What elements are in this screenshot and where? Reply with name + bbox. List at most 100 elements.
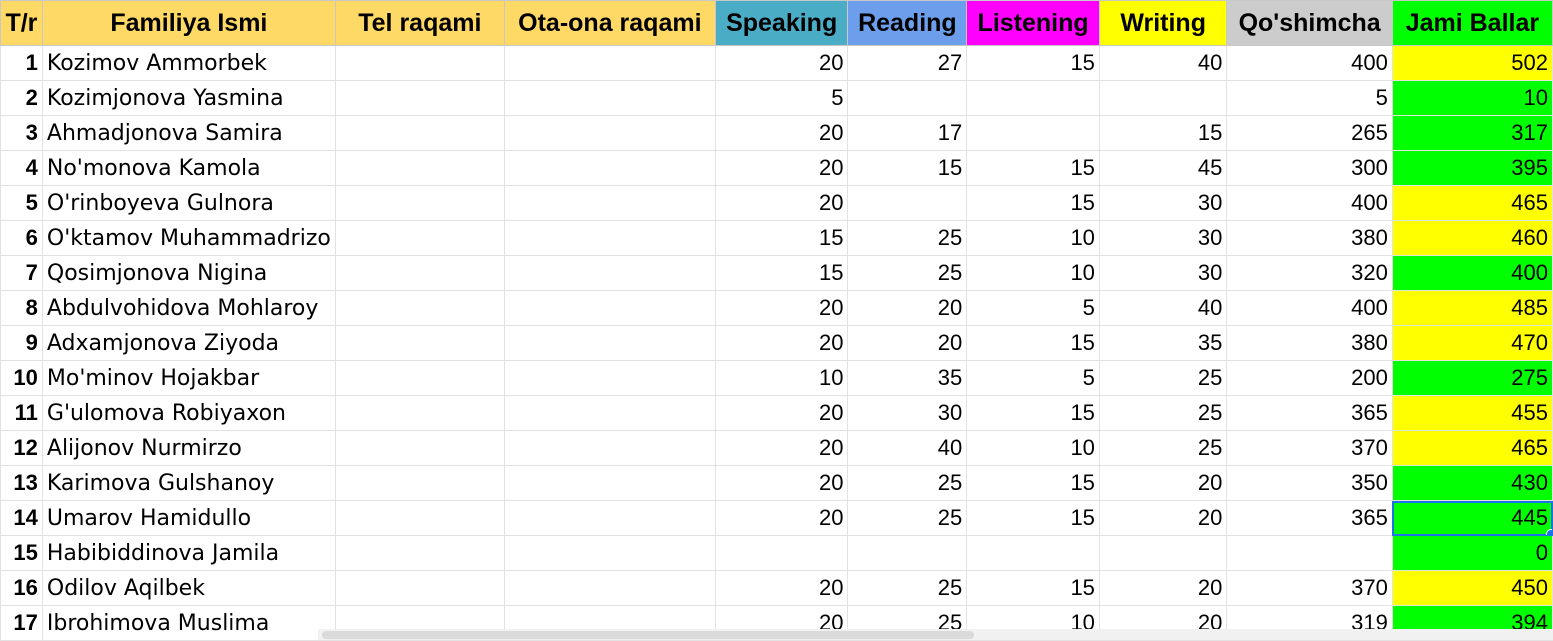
cell-qoshimcha[interactable]: 320 (1226, 255, 1393, 291)
column-header-total[interactable]: Jami Ballar (1391, 0, 1553, 46)
cell-tr[interactable]: 17 (0, 605, 43, 641)
cell-listening[interactable] (966, 80, 1100, 116)
cell-phone[interactable] (334, 535, 505, 571)
cell-reading[interactable]: 25 (847, 500, 968, 536)
cell-listening[interactable] (966, 115, 1100, 151)
cell-phone[interactable] (334, 570, 505, 606)
cell-reading[interactable]: 17 (847, 115, 968, 151)
column-header-speaking[interactable]: Speaking (714, 0, 849, 46)
cell-speaking[interactable]: 20 (714, 570, 849, 606)
cell-total[interactable]: 400 (1391, 255, 1553, 291)
cell-writing[interactable]: 30 (1098, 220, 1228, 256)
cell-parent-phone[interactable] (503, 325, 716, 361)
cell-listening[interactable]: 15 (966, 465, 1100, 501)
cell-speaking[interactable]: 20 (714, 150, 849, 186)
cell-total[interactable]: 465 (1391, 430, 1553, 466)
cell-name[interactable]: Alijonov Nurmirzo (41, 430, 336, 466)
cell-speaking[interactable]: 5 (714, 80, 849, 116)
cell-parent-phone[interactable] (503, 185, 716, 221)
cell-qoshimcha[interactable]: 200 (1226, 360, 1393, 396)
cell-total[interactable]: 430 (1391, 465, 1553, 501)
cell-total[interactable]: 470 (1391, 325, 1553, 361)
cell-total[interactable]: 10 (1391, 80, 1553, 116)
cell-total[interactable]: 450 (1391, 570, 1553, 606)
cell-name[interactable]: No'monova Kamola (41, 150, 336, 186)
cell-reading[interactable]: 25 (847, 465, 968, 501)
cell-tr[interactable]: 5 (0, 185, 43, 221)
cell-total[interactable]: 317 (1391, 115, 1553, 151)
cell-writing[interactable] (1098, 535, 1228, 571)
column-header-parent-phone[interactable]: Ota-ona raqami (503, 0, 716, 46)
horizontal-scrollbar-thumb[interactable] (322, 631, 974, 639)
cell-listening[interactable] (966, 535, 1100, 571)
column-header-qoshimcha[interactable]: Qo'shimcha (1226, 0, 1393, 46)
column-header-reading[interactable]: Reading (847, 0, 968, 46)
cell-writing[interactable]: 25 (1098, 395, 1228, 431)
cell-qoshimcha[interactable]: 380 (1226, 325, 1393, 361)
cell-total[interactable]: 395 (1391, 150, 1553, 186)
cell-listening[interactable]: 10 (966, 430, 1100, 466)
cell-tr[interactable]: 6 (0, 220, 43, 256)
cell-reading[interactable]: 40 (847, 430, 968, 466)
cell-tr[interactable]: 3 (0, 115, 43, 151)
cell-listening[interactable]: 5 (966, 360, 1100, 396)
cell-writing[interactable]: 20 (1098, 500, 1228, 536)
cell-qoshimcha[interactable]: 400 (1226, 290, 1393, 326)
cell-phone[interactable] (334, 80, 505, 116)
cell-writing[interactable]: 35 (1098, 325, 1228, 361)
cell-phone[interactable] (334, 500, 505, 536)
cell-reading[interactable]: 25 (847, 220, 968, 256)
cell-listening[interactable]: 15 (966, 45, 1100, 81)
cell-qoshimcha[interactable]: 370 (1226, 570, 1393, 606)
cell-phone[interactable] (334, 115, 505, 151)
column-header-writing[interactable]: Writing (1098, 0, 1228, 46)
cell-total[interactable]: 0 (1391, 535, 1553, 571)
cell-parent-phone[interactable] (503, 570, 716, 606)
cell-qoshimcha[interactable]: 365 (1226, 500, 1393, 536)
column-header-listening[interactable]: Listening (966, 0, 1100, 46)
cell-name[interactable]: Umarov Hamidullo (41, 500, 336, 536)
cell-qoshimcha[interactable]: 350 (1226, 465, 1393, 501)
cell-total[interactable]: 502 (1391, 45, 1553, 81)
cell-qoshimcha[interactable]: 265 (1226, 115, 1393, 151)
cell-parent-phone[interactable] (503, 290, 716, 326)
cell-phone[interactable] (334, 430, 505, 466)
cell-parent-phone[interactable] (503, 395, 716, 431)
cell-parent-phone[interactable] (503, 465, 716, 501)
cell-writing[interactable] (1098, 80, 1228, 116)
cell-speaking[interactable]: 20 (714, 395, 849, 431)
cell-reading[interactable]: 20 (847, 325, 968, 361)
cell-qoshimcha[interactable]: 400 (1226, 185, 1393, 221)
cell-phone[interactable] (334, 465, 505, 501)
cell-reading[interactable]: 15 (847, 150, 968, 186)
cell-tr[interactable]: 7 (0, 255, 43, 291)
cell-tr[interactable]: 11 (0, 395, 43, 431)
cell-phone[interactable] (334, 185, 505, 221)
selection-fill-handle[interactable] (1546, 529, 1552, 535)
cell-listening[interactable]: 15 (966, 150, 1100, 186)
cell-name[interactable]: Ahmadjonova Samira (41, 115, 336, 151)
cell-tr[interactable]: 16 (0, 570, 43, 606)
cell-listening[interactable]: 15 (966, 185, 1100, 221)
cell-writing[interactable]: 40 (1098, 290, 1228, 326)
cell-writing[interactable]: 25 (1098, 360, 1228, 396)
cell-parent-phone[interactable] (503, 80, 716, 116)
cell-name[interactable]: Ibrohimova Muslima (41, 605, 336, 641)
cell-speaking[interactable]: 20 (714, 465, 849, 501)
cell-parent-phone[interactable] (503, 45, 716, 81)
cell-tr[interactable]: 8 (0, 290, 43, 326)
cell-listening[interactable]: 10 (966, 220, 1100, 256)
cell-reading[interactable]: 27 (847, 45, 968, 81)
cell-reading[interactable]: 35 (847, 360, 968, 396)
cell-qoshimcha[interactable]: 300 (1226, 150, 1393, 186)
cell-name[interactable]: O'ktamov Muhammadrizo (41, 220, 336, 256)
cell-speaking[interactable]: 20 (714, 290, 849, 326)
cell-total[interactable]: 275 (1391, 360, 1553, 396)
cell-tr[interactable]: 15 (0, 535, 43, 571)
cell-name[interactable]: Kozimov Ammorbek (41, 45, 336, 81)
cell-phone[interactable] (334, 395, 505, 431)
cell-tr[interactable]: 4 (0, 150, 43, 186)
cell-parent-phone[interactable] (503, 115, 716, 151)
cell-total[interactable]: 445 (1391, 500, 1553, 536)
cell-writing[interactable]: 15 (1098, 115, 1228, 151)
